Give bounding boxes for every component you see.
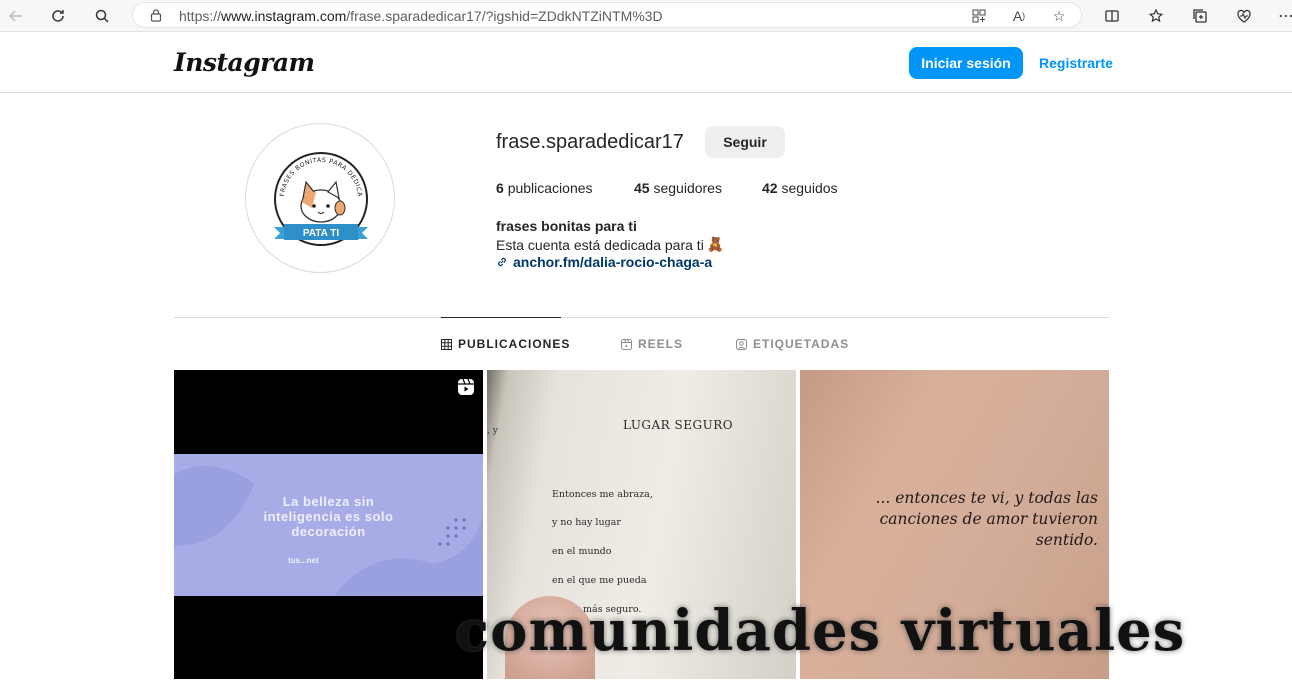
bio-link[interactable]: anchor.fm/dalia-rocio-chaga-a: [496, 254, 712, 270]
following-label: seguidos: [781, 180, 838, 196]
tagged-icon: [736, 338, 747, 350]
followers-stat[interactable]: 45 seguidores: [634, 180, 722, 196]
reels-icon: [621, 338, 632, 350]
favorite-star-icon[interactable]: ☆: [1049, 6, 1069, 26]
post-thumbnail-reel[interactable]: tus...net La belleza sin inteligencia es…: [174, 370, 483, 679]
tab-label: PUBLICACIONES: [458, 337, 571, 351]
instagram-header: Instagram Iniciar sesión Registrarte: [0, 33, 1292, 93]
following-count: 42: [762, 180, 778, 196]
book-line: en el mundo: [552, 546, 612, 557]
follow-button[interactable]: Seguir: [705, 126, 785, 158]
watermark-text: comunidades virtuales: [455, 598, 1186, 664]
bio-link-text: anchor.fm/dalia-rocio-chaga-a: [513, 254, 713, 270]
book-line: Entonces me abraza,: [552, 489, 653, 500]
refresh-icon[interactable]: [46, 4, 70, 28]
split-screen-icon[interactable]: [1100, 4, 1124, 28]
instagram-logo[interactable]: Instagram: [174, 48, 315, 77]
lock-icon[interactable]: [149, 8, 163, 27]
tabs-divider: [174, 317, 1109, 318]
book-side-text: , y: [487, 426, 498, 436]
register-link[interactable]: Registrarte: [1039, 55, 1113, 71]
book-title: LUGAR SEGURO: [623, 418, 734, 432]
book-line: en el que me pueda: [552, 575, 647, 586]
more-options-icon[interactable]: ⋯: [1274, 4, 1292, 28]
favorites-icon[interactable]: [1144, 4, 1168, 28]
collections-icon[interactable]: [1188, 4, 1212, 28]
followers-count: 45: [634, 180, 650, 196]
post-footer-text: tus...net: [288, 556, 319, 565]
address-bar[interactable]: https://www.instagram.com/frase.sparaded…: [132, 2, 1082, 28]
posts-count: 6: [496, 180, 504, 196]
tab-label: REELS: [638, 337, 684, 351]
apps-icon[interactable]: [969, 6, 989, 26]
active-tab-indicator: [441, 317, 561, 318]
avatar-ribbon-text: PATA TI: [303, 228, 340, 239]
browser-essentials-icon[interactable]: [1232, 4, 1256, 28]
grid-icon: [441, 338, 452, 350]
posts-count-stat[interactable]: 6 publicaciones: [496, 180, 593, 196]
bio-text: Esta cuenta está dedicada para ti 🧸: [496, 236, 724, 253]
tab-etiquetadas[interactable]: ETIQUETADAS: [736, 337, 849, 351]
url-text: https://www.instagram.com/frase.sparaded…: [179, 8, 663, 24]
book-line: y no hay lugar: [552, 517, 621, 528]
bio-text-content: Esta cuenta está dedicada para ti: [496, 236, 704, 253]
login-button[interactable]: Iniciar sesión: [909, 47, 1023, 79]
tab-reels[interactable]: REELS: [621, 337, 683, 351]
quote-text: ... entonces te vi, y todas las cancione…: [875, 489, 1098, 549]
link-icon: [498, 257, 506, 267]
posts-label: publicaciones: [507, 180, 593, 196]
bio-name: frases bonitas para ti: [496, 218, 637, 234]
profile-avatar[interactable]: FRASES BONITAS PARA DEDICAR PATA TI: [244, 119, 395, 273]
followers-label: seguidores: [653, 180, 722, 196]
back-arrow-icon[interactable]: [4, 4, 28, 28]
reel-badge-icon: [457, 378, 475, 401]
following-stat[interactable]: 42 seguidos: [762, 180, 838, 196]
tab-publicaciones[interactable]: PUBLICACIONES: [441, 337, 570, 351]
teddy-bear-emoji: 🧸: [706, 236, 725, 252]
read-aloud-icon[interactable]: A): [1009, 6, 1029, 26]
tab-label: ETIQUETADAS: [753, 337, 850, 351]
post-caption-image-text: La belleza sin inteligencia es solo deco…: [263, 494, 394, 539]
search-icon[interactable]: [90, 4, 114, 28]
browser-toolbar: https://www.instagram.com/frase.sparaded…: [0, 0, 1292, 32]
profile-username: frase.sparadedicar17: [496, 131, 684, 153]
